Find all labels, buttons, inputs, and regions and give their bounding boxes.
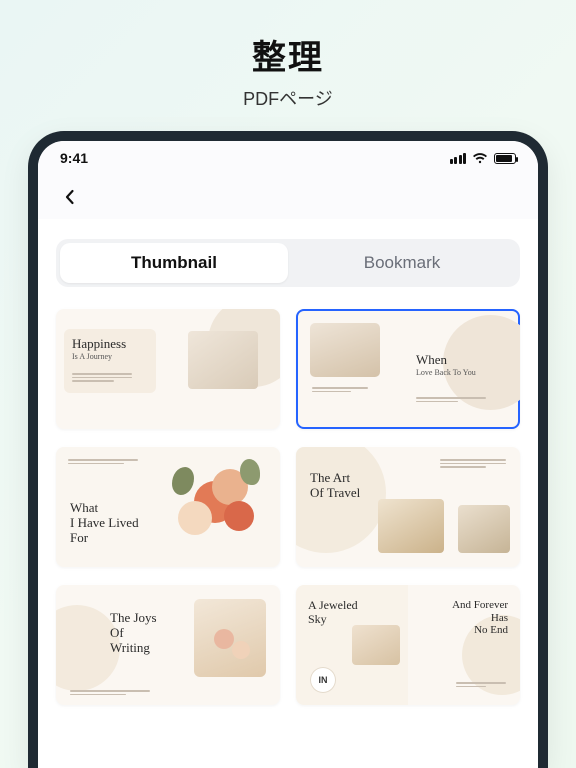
thumbnail-4[interactable]: The Art Of Travel bbox=[296, 447, 520, 567]
tab-thumbnail[interactable]: Thumbnail bbox=[60, 243, 288, 283]
wifi-icon bbox=[472, 152, 488, 164]
device-frame: 9:41 Thumbnail Bookmark Happines bbox=[28, 131, 548, 768]
thumb6-b1: And Forever bbox=[452, 599, 508, 612]
thumb6-a1: A Jeweled bbox=[308, 599, 358, 613]
back-button[interactable] bbox=[56, 183, 84, 211]
thumb3-l1: What bbox=[70, 501, 139, 516]
thumb4-l2: Of Travel bbox=[310, 486, 360, 501]
status-indicators bbox=[450, 152, 517, 164]
content-area: Thumbnail Bookmark Happiness Is A Journe… bbox=[38, 219, 538, 768]
thumb5-l2: Of bbox=[110, 626, 157, 641]
page-subtitle: PDFページ bbox=[243, 85, 333, 111]
signal-icon bbox=[450, 153, 467, 164]
thumb4-l1: The Art bbox=[310, 471, 360, 486]
thumb3-l3: For bbox=[70, 531, 139, 546]
status-time: 9:41 bbox=[60, 150, 88, 166]
thumbnail-1[interactable]: Happiness Is A Journey bbox=[56, 309, 280, 429]
nav-bar bbox=[38, 175, 538, 219]
tab-bookmark[interactable]: Bookmark bbox=[288, 243, 516, 283]
thumb6-b2: Has bbox=[452, 612, 508, 625]
chevron-left-icon bbox=[62, 189, 78, 205]
thumbnail-6[interactable]: A Jeweled Sky IN And Forever Has No End bbox=[296, 585, 520, 705]
thumb3-l2: I Have Lived bbox=[70, 516, 139, 531]
thumbnail-2[interactable]: When Love Back To You bbox=[296, 309, 520, 429]
page-title: 整理 bbox=[243, 30, 333, 79]
battery-icon bbox=[494, 153, 516, 164]
thumb5-l1: The Joys bbox=[110, 611, 157, 626]
thumb6-a2: Sky bbox=[308, 613, 358, 627]
thumbnail-3[interactable]: What I Have Lived For bbox=[56, 447, 280, 567]
thumb6-badge: IN bbox=[310, 667, 336, 693]
thumb1-title: Happiness bbox=[72, 337, 126, 352]
thumb2-sub: Love Back To You bbox=[416, 368, 476, 377]
thumbnail-grid: Happiness Is A Journey When Love Back To… bbox=[56, 309, 520, 705]
page-header: 整理 PDFページ bbox=[243, 30, 333, 111]
thumb5-l3: Writing bbox=[110, 641, 157, 656]
status-bar: 9:41 bbox=[38, 141, 538, 175]
segmented-control: Thumbnail Bookmark bbox=[56, 239, 520, 287]
thumbnail-5[interactable]: The Joys Of Writing bbox=[56, 585, 280, 705]
thumb2-title: When bbox=[416, 353, 476, 368]
thumb1-sub: Is A Journey bbox=[72, 352, 126, 361]
thumb6-b3: No End bbox=[452, 624, 508, 637]
